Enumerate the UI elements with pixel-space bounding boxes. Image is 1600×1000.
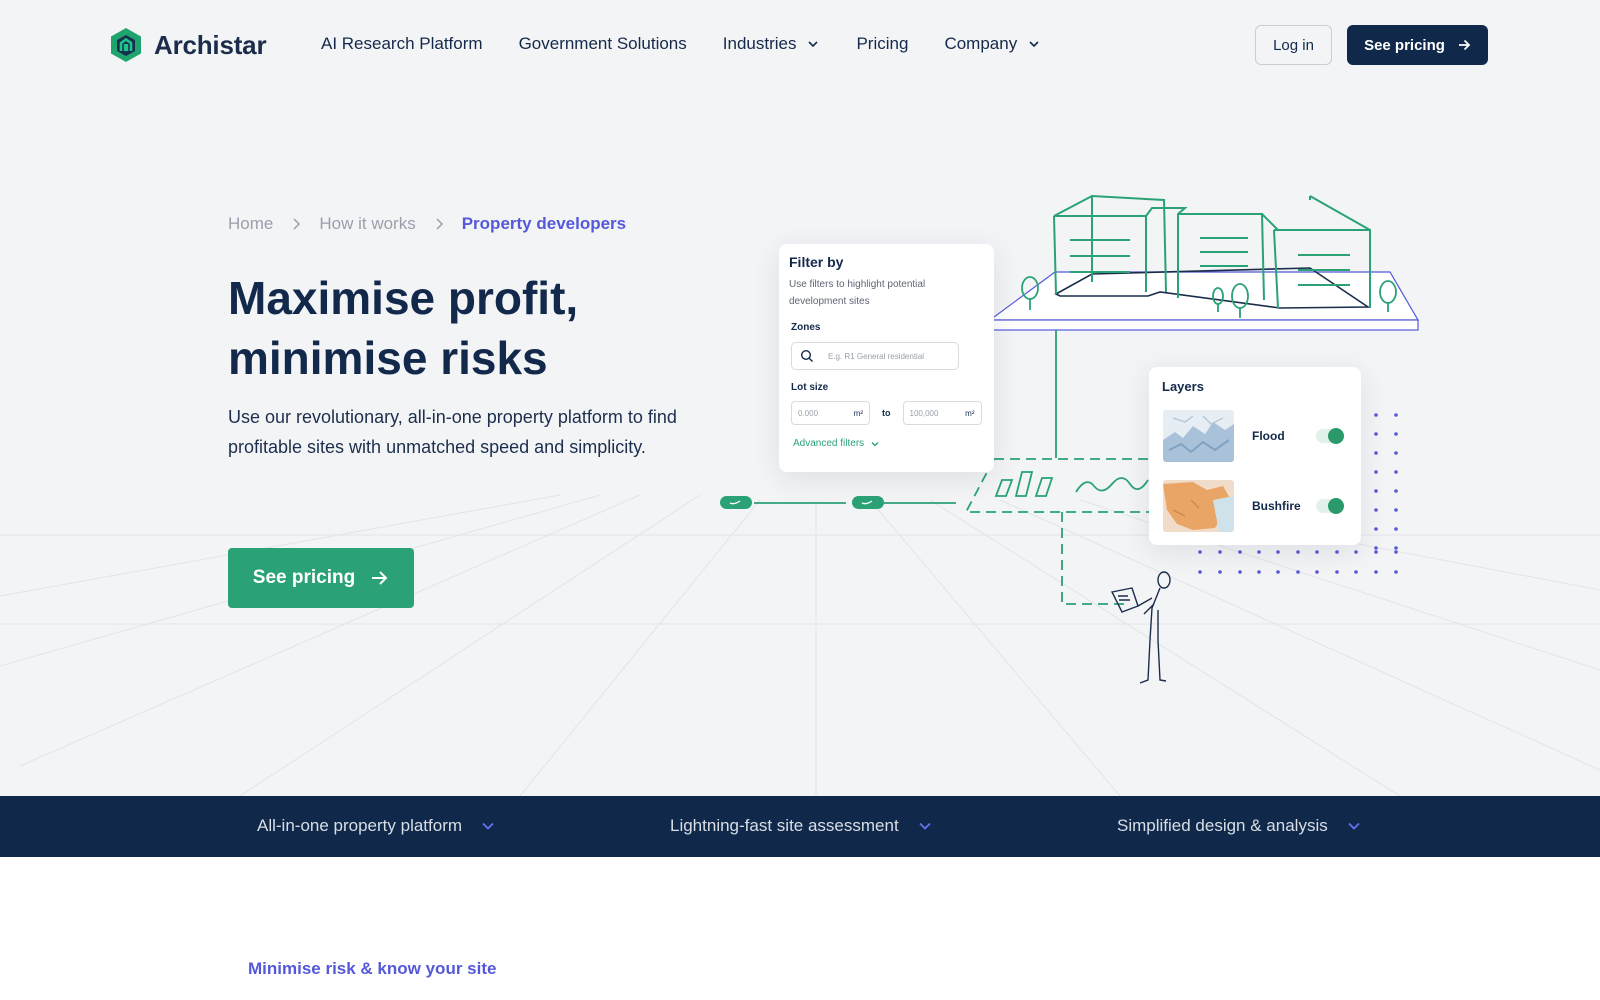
layer-name-bushfire: Bushfire (1252, 499, 1301, 513)
lot-size-label: Lot size (791, 382, 829, 393)
see-pricing-button[interactable]: See pricing (1347, 25, 1488, 65)
hero-title-line1: Maximise profit, (228, 272, 579, 324)
chevron-down-icon (871, 441, 879, 446)
lot-size-min-input[interactable]: 0.000 m² (791, 401, 870, 425)
nav-label: Industries (722, 34, 797, 53)
site-header: Archistar AI Research Platform Governmen… (0, 0, 1600, 90)
feature-label: All-in-one property platform (257, 816, 463, 835)
login-label: Log in (1273, 36, 1314, 54)
feature-design-analysis[interactable]: Simplified design & analysis (1117, 816, 1362, 836)
logo[interactable]: Archistar (110, 27, 267, 63)
flood-toggle[interactable] (1316, 428, 1344, 444)
chevron-right-icon (293, 218, 301, 230)
feature-strip: All-in-one property platform Lightning-f… (0, 796, 1600, 857)
logo-text: Archistar (154, 29, 267, 60)
lot-size-range: 0.000 m² to 100,000 m² (791, 401, 982, 425)
nav-ai-research-platform[interactable]: AI Research Platform (321, 34, 483, 54)
lot-min-unit: m² (853, 408, 863, 418)
layer-row-bushfire: Bushfire (1163, 479, 1349, 533)
feature-label: Lightning-fast site assessment (670, 816, 899, 835)
nav-industries[interactable]: Industries (723, 34, 821, 54)
lot-size-max-input[interactable]: 100,000 m² (902, 401, 982, 425)
filter-card: Filter by Use filters to highlight poten… (779, 244, 994, 472)
breadcrumb-home[interactable]: Home (228, 214, 273, 234)
zones-label: Zones (791, 322, 821, 333)
nav-company[interactable]: Company (944, 34, 1041, 54)
breadcrumb: Home How it works Property developers (228, 214, 626, 234)
layer-name-flood: Flood (1252, 429, 1285, 443)
filter-description: Use filters to highlight potential devel… (789, 279, 926, 307)
layers-card: Layers Flood Bushfire (1149, 367, 1361, 545)
chevron-down-icon (482, 822, 494, 830)
feature-label: Simplified design & analysis (1117, 816, 1328, 835)
chevron-right-icon (436, 218, 443, 230)
archistar-logo-icon (111, 28, 141, 62)
nav-pricing[interactable]: Pricing (856, 34, 908, 54)
section-subheading: Minimise risk & know your site (248, 959, 497, 978)
nav-label: Government Solutions (518, 34, 687, 53)
hero-see-pricing-button[interactable]: See pricing (228, 548, 414, 608)
bushfire-map-thumbnail (1163, 480, 1234, 532)
layers-title: Layers (1162, 379, 1204, 394)
nav-label: Pricing (856, 34, 909, 53)
layer-row-flood: Flood (1163, 409, 1349, 463)
advanced-filters-label: Advanced filters (793, 438, 865, 449)
lot-max-value: 100,000 (909, 408, 939, 418)
arrow-right-icon (372, 571, 388, 585)
nav-government-solutions[interactable]: Government Solutions (519, 34, 687, 54)
hero-title-line2: minimise risks (228, 332, 548, 384)
lot-max-unit: m² (965, 408, 975, 418)
feature-all-in-one[interactable]: All-in-one property platform (257, 816, 496, 836)
nav-label: Company (944, 34, 1018, 53)
chevron-down-icon (1029, 41, 1039, 48)
filter-title: Filter by (789, 254, 844, 270)
hero-title: Maximise profit, minimise risks (228, 268, 708, 388)
advanced-filters-link[interactable]: Advanced filters (793, 438, 880, 449)
breadcrumb-property-developers: Property developers (461, 214, 627, 233)
login-button[interactable]: Log in (1255, 25, 1332, 65)
chevron-down-icon (808, 41, 819, 48)
breadcrumb-how-it-works[interactable]: How it works (319, 214, 415, 234)
bushfire-toggle[interactable] (1316, 498, 1344, 514)
content-section: Minimise risk & know your site (0, 857, 1600, 1000)
main-nav: AI Research Platform Government Solution… (321, 34, 1041, 54)
range-to-label: to (882, 408, 891, 418)
flood-map-thumbnail (1163, 410, 1234, 462)
search-icon (800, 349, 813, 362)
see-pricing-label: See pricing (1364, 36, 1445, 54)
hero-description: Use our revolutionary, all-in-one proper… (228, 407, 677, 457)
chevron-down-icon (1348, 822, 1360, 830)
hero-cta-label: See pricing (252, 567, 356, 588)
feature-site-assessment[interactable]: Lightning-fast site assessment (670, 816, 933, 836)
zones-placeholder: E.g. R1 General residential (828, 351, 925, 361)
lot-min-value: 0.000 (798, 408, 819, 418)
chevron-down-icon (919, 822, 931, 830)
arrow-right-icon (1458, 39, 1471, 51)
zones-search-input[interactable]: E.g. R1 General residential (791, 342, 959, 370)
nav-label: AI Research Platform (321, 34, 483, 53)
